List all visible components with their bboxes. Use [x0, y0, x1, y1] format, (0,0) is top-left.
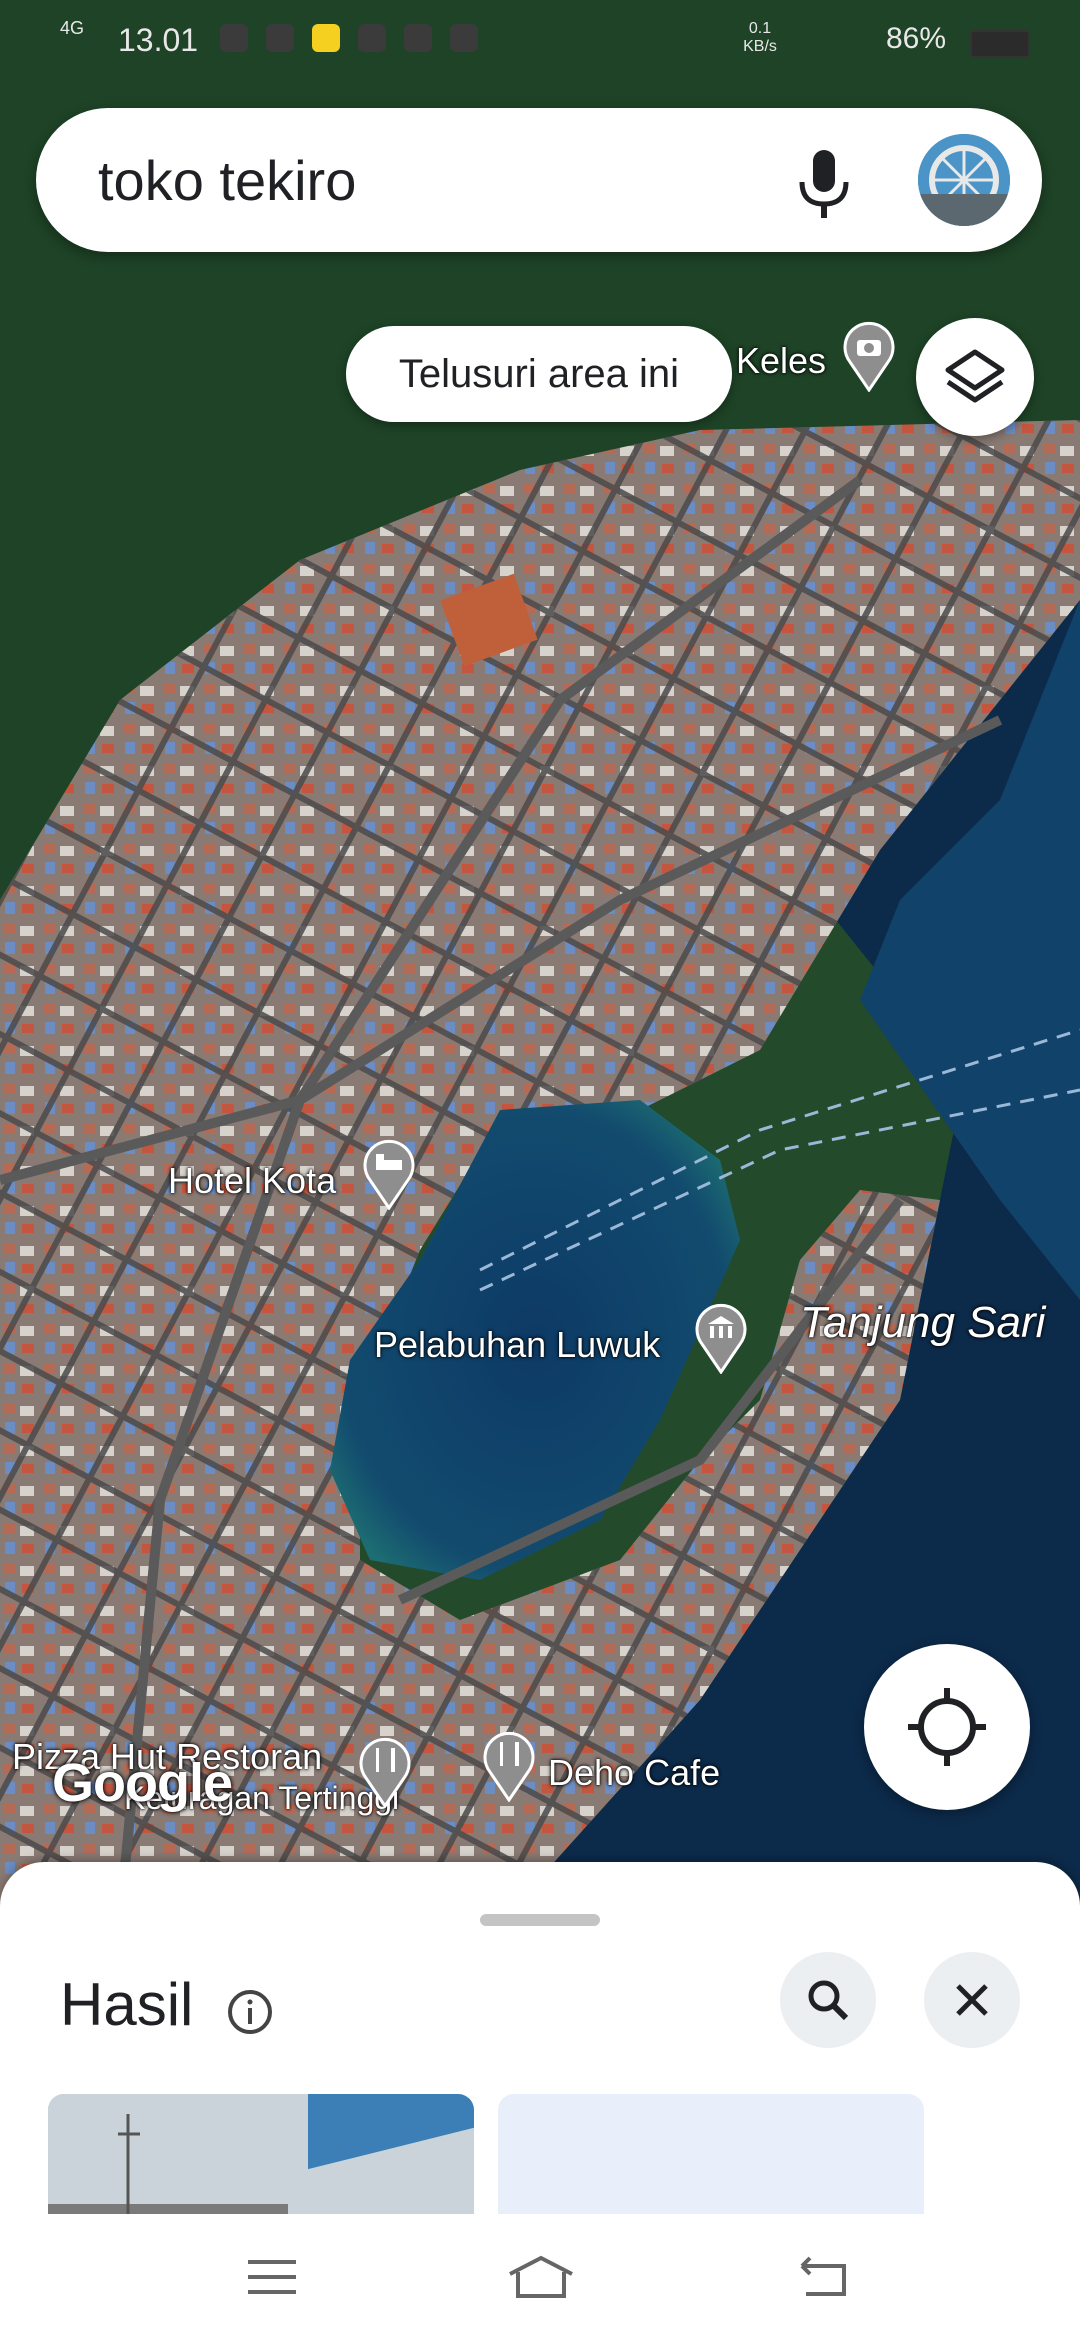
twitter-icon: [450, 24, 478, 52]
network-type: 4G: [60, 18, 85, 38]
close-button[interactable]: [924, 1952, 1020, 2048]
layers-button[interactable]: [916, 318, 1034, 436]
notification-icons: [220, 24, 478, 52]
search-button[interactable]: [780, 1952, 876, 2048]
mic-icon[interactable]: [794, 148, 854, 220]
search-query[interactable]: toko tekiro: [98, 148, 356, 213]
result-photo: [48, 2094, 474, 2234]
close-icon: [956, 1984, 988, 2016]
back-icon[interactable]: [794, 2252, 854, 2302]
sheet-title: Hasil: [60, 1971, 194, 2038]
clock: 13.01: [118, 22, 199, 58]
google-watermark: Google: [52, 1753, 233, 1813]
result-thumbnail[interactable]: [498, 2094, 924, 2234]
notification-icon: [266, 24, 294, 52]
museum-pin-icon[interactable]: [692, 1300, 750, 1374]
restaurant-pin-icon[interactable]: [356, 1734, 414, 1808]
map-label-hotel-kota[interactable]: Hotel Kota: [168, 1160, 336, 1202]
menu-icon[interactable]: [242, 2252, 302, 2302]
battery-percent: 86%: [885, 22, 946, 55]
system-nav-bar: [0, 2214, 1080, 2340]
drag-handle[interactable]: [480, 1914, 600, 1926]
layers-icon: [945, 349, 1005, 403]
search-this-area-button[interactable]: Telusuri area ini: [346, 326, 732, 422]
notification-icon: [404, 24, 432, 52]
battery-icon: [970, 30, 1030, 58]
hotel-pin-icon[interactable]: [360, 1136, 418, 1210]
info-icon[interactable]: [226, 1988, 274, 2036]
notification-icon: [312, 24, 340, 52]
home-icon[interactable]: [506, 2252, 576, 2302]
network-speed: 0.1 KB/s: [743, 20, 777, 55]
my-location-icon: [908, 1688, 986, 1766]
map-label-deho-cafe[interactable]: Deho Cafe: [548, 1752, 720, 1794]
search-bar[interactable]: toko tekiro: [36, 108, 1042, 252]
map-label-tanjung-sari[interactable]: Tanjung Sari: [800, 1298, 1045, 1348]
camera-pin-icon[interactable]: [840, 318, 898, 392]
restaurant-pin-icon[interactable]: [480, 1728, 538, 1802]
status-bar: 4G 13.01 0.1 KB/s 86%: [0, 0, 1080, 90]
avatar-image: [918, 134, 1010, 226]
map-label-pelabuhan-luwuk[interactable]: Pelabuhan Luwuk: [374, 1324, 660, 1366]
map-label-keles[interactable]: Keles: [736, 340, 826, 382]
account-avatar[interactable]: [918, 134, 1010, 226]
notification-icon: [220, 24, 248, 52]
notification-icon: [358, 24, 386, 52]
my-location-button[interactable]: [864, 1644, 1030, 1810]
search-icon: [808, 1980, 849, 2021]
result-thumbnail[interactable]: [48, 2094, 474, 2234]
